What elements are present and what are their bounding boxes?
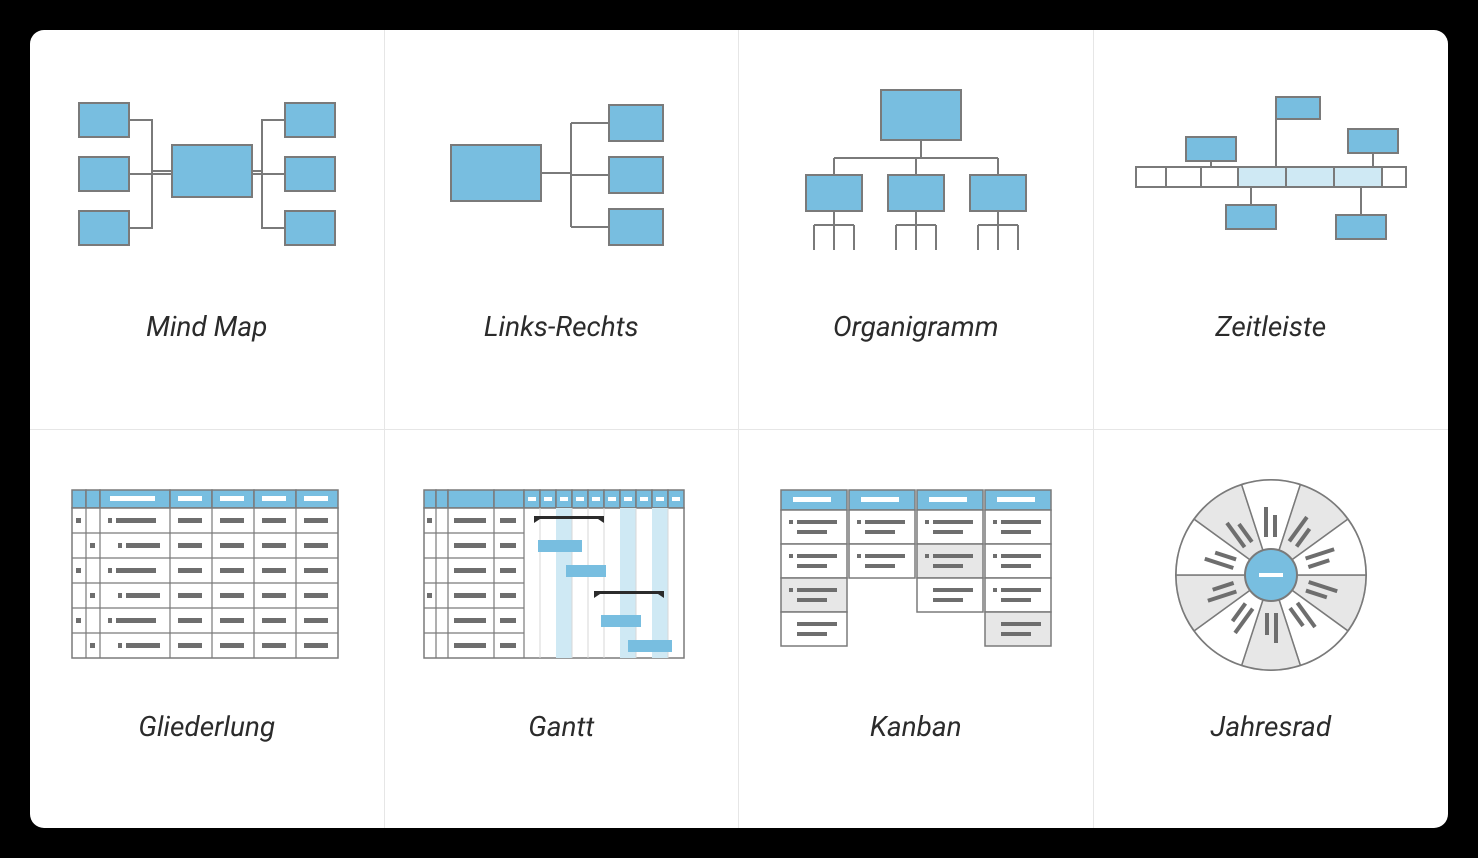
view-cell-timeline[interactable]: Zeitleiste (1094, 30, 1449, 429)
view-label-orgchart: Organigramm (833, 310, 999, 343)
view-cell-outline[interactable]: Gliederlung (30, 429, 385, 828)
view-label-gantt: Gantt (528, 710, 594, 743)
view-label-kanban: Kanban (870, 710, 962, 743)
view-label-outline: Gliederlung (138, 710, 275, 743)
outline-icon (67, 470, 347, 680)
leftright-icon (421, 70, 701, 280)
view-type-grid: Mind Map Links-Rechts (30, 30, 1448, 828)
gantt-icon (421, 470, 701, 680)
view-cell-kanban[interactable]: Kanban (739, 429, 1094, 828)
view-cell-mindmap[interactable]: Mind Map (30, 30, 385, 429)
timeline-icon (1131, 70, 1411, 280)
view-label-yearwheel: Jahresrad (1210, 710, 1331, 743)
kanban-icon (776, 470, 1056, 680)
yearwheel-icon (1131, 470, 1411, 680)
orgchart-icon (776, 70, 1056, 280)
view-label-timeline: Zeitleiste (1215, 310, 1326, 343)
view-cell-yearwheel[interactable]: Jahresrad (1094, 429, 1449, 828)
view-cell-orgchart[interactable]: Organigramm (739, 30, 1094, 429)
view-label-mindmap: Mind Map (146, 310, 267, 343)
view-cell-leftright[interactable]: Links-Rechts (385, 30, 740, 429)
view-label-leftright: Links-Rechts (484, 310, 639, 343)
mindmap-icon (67, 70, 347, 280)
view-cell-gantt[interactable]: Gantt (385, 429, 740, 828)
